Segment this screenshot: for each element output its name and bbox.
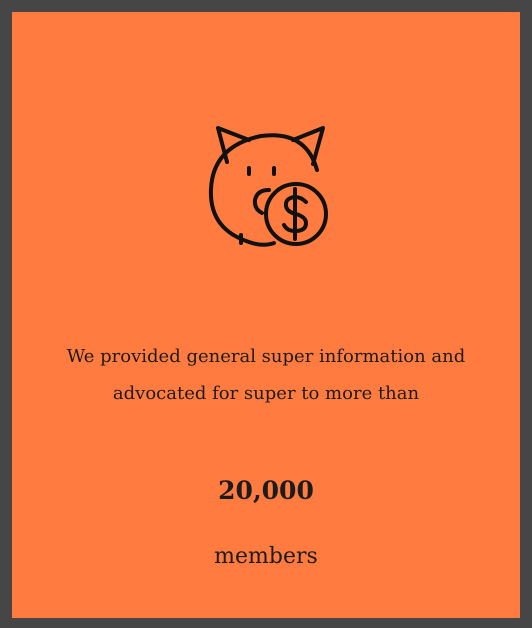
icon-container — [12, 104, 520, 254]
stat-label: members — [214, 544, 318, 569]
piggy-bank-dollar-icon — [208, 126, 328, 247]
stat-card: We provided general super information an… — [12, 12, 520, 618]
stat-description: We provided general super information an… — [66, 346, 466, 404]
stat-card-frame: We provided general super information an… — [0, 0, 532, 628]
stat-number: 20,000 — [218, 476, 314, 505]
